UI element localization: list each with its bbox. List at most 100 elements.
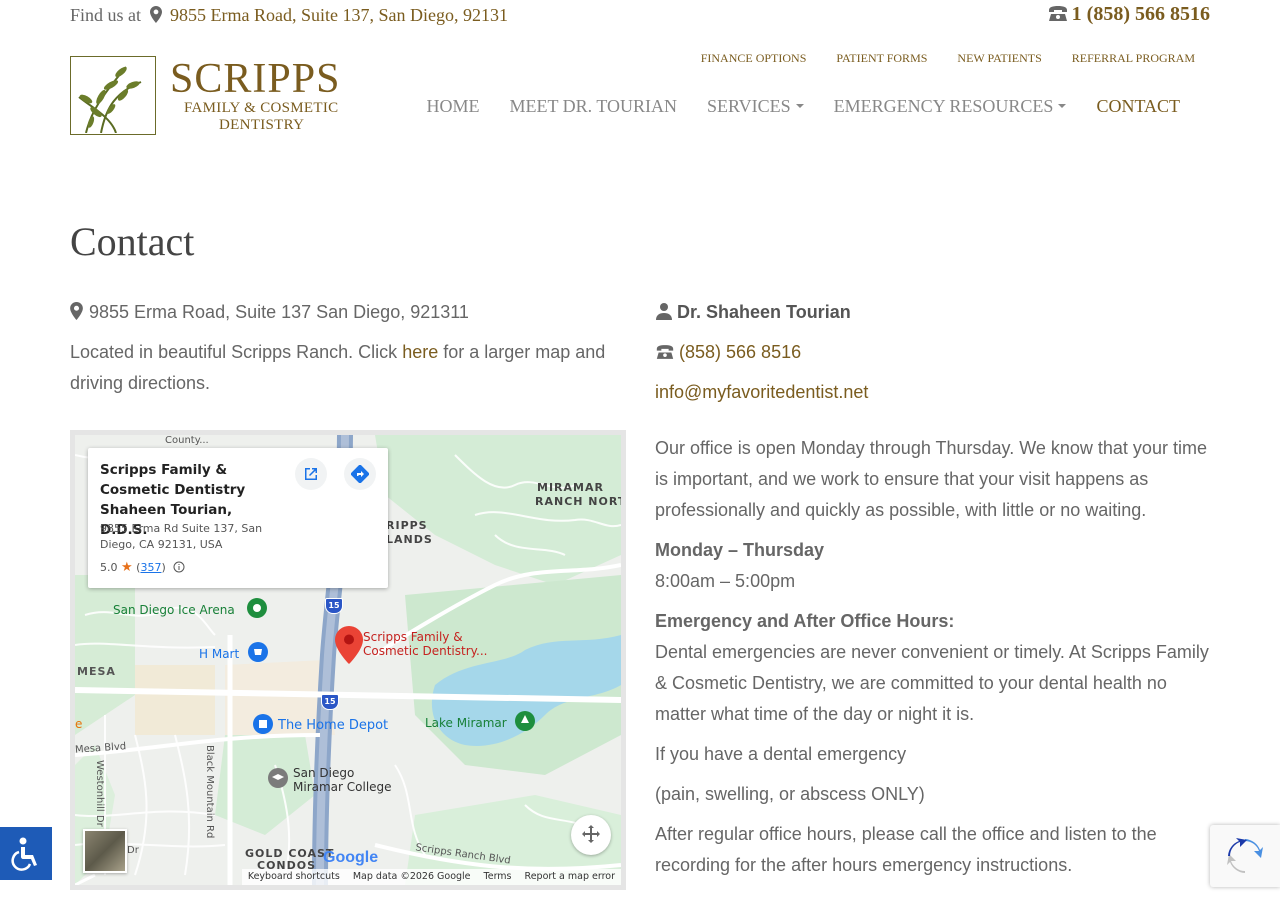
nav-new-patients[interactable]: NEW PATIENTS [957, 51, 1041, 66]
map-footer: Keyboard shortcuts Map data ©2026 Google… [241, 869, 621, 885]
map-label-scripps-1: RIPPS [386, 519, 428, 532]
page-title: Contact [70, 219, 195, 264]
open-in-maps-button[interactable] [295, 458, 327, 490]
contact-phone-link[interactable]: (858) 566 8516 [679, 342, 801, 362]
find-us: Find us at 9855 Erma Road, Suite 137, Sa… [70, 5, 508, 26]
location-pin-icon[interactable] [335, 626, 363, 664]
map-pin-icon [149, 6, 162, 23]
contact-email: info@myfavoritedentist.net [655, 377, 1215, 408]
map-pin-icon [70, 302, 83, 320]
college-marker-icon [268, 768, 288, 790]
logo-brand: SCRIPPS [170, 56, 341, 102]
directions-icon [351, 465, 369, 483]
keyboard-shortcuts-link[interactable]: Keyboard shortcuts [248, 871, 340, 883]
interstate-15-shield-icon: 15 [325, 598, 343, 614]
place-name-line-1: Scripps Family & [100, 462, 228, 478]
after-hours-text: After regular office hours, please call … [655, 824, 1157, 875]
nav-home[interactable]: HOME [426, 96, 479, 117]
map-label-college-2: Miramar College [293, 780, 392, 794]
map-label-hmart: H Mart [199, 647, 240, 661]
google-map[interactable]: County... MIRAMAR RANCH NORT RIPPS LANDS… [70, 430, 626, 890]
find-us-label: Find us at [70, 5, 142, 25]
emergency-section: Emergency and After Office Hours: Dental… [655, 606, 1215, 730]
map-label-lake: Lake Miramar [425, 716, 507, 730]
top-bar: Find us at 9855 Erma Road, Suite 137, Sa… [70, 3, 1210, 29]
located-pre: Located in beautiful Scripps Ranch. Clic… [70, 342, 403, 362]
map-label-county: County... [165, 435, 209, 446]
nav-emergency-label: EMERGENCY RESOURCES [833, 96, 1054, 116]
report-map-error-link[interactable]: Report a map error [525, 871, 615, 883]
contact-address: 9855 Erma Road, Suite 137 San Diego, 921… [70, 297, 626, 328]
chevron-down-icon [1058, 104, 1067, 108]
rating-value: 5.0 [100, 561, 118, 574]
nav-patient-forms[interactable]: PATIENT FORMS [836, 51, 927, 66]
secondary-nav: FINANCE OPTIONS PATIENT FORMS NEW PATIEN… [701, 51, 1195, 66]
map-label-westonhill: Westonhill Dr [94, 760, 105, 827]
satellite-toggle-button[interactable] [83, 829, 127, 873]
contact-email-link[interactable]: info@myfavoritedentist.net [655, 382, 868, 402]
move-icon [582, 825, 600, 843]
doctor-name: Dr. Shaheen Tourian [655, 297, 1215, 328]
nav-meet-dr[interactable]: MEET DR. TOURIAN [509, 96, 677, 117]
place-rating: 5.0 ★ (357) [100, 560, 185, 575]
map-pan-button[interactable] [571, 815, 611, 855]
map-label-miramar-1: MIRAMAR [537, 481, 604, 494]
map-label-scripps-2: LANDS [386, 533, 433, 546]
recaptcha-icon [1227, 838, 1263, 873]
chevron-down-icon [795, 104, 804, 108]
map-label-home-depot: The Home Depot [278, 718, 389, 733]
logo-tagline-2: DENTISTRY [219, 117, 305, 133]
right-column: Dr. Shaheen Tourian (858) 566 8516 info@… [655, 297, 1215, 890]
accessibility-button[interactable] [0, 827, 52, 880]
emergency-text: Dental emergencies are never convenient … [655, 642, 1209, 724]
nav-finance-options[interactable]: FINANCE OPTIONS [701, 51, 807, 66]
left-column: 9855 Erma Road, Suite 137 San Diego, 921… [70, 297, 626, 408]
ice-arena-marker-icon [247, 598, 267, 620]
directions-button[interactable] [344, 458, 376, 490]
star-icon: ★ [121, 560, 133, 575]
nav-contact[interactable]: CONTACT [1096, 96, 1180, 117]
external-link-icon [305, 468, 317, 480]
phone-icon [656, 345, 674, 359]
map-label-miramar-2: RANCH NORT [535, 495, 626, 508]
map-label-mesa: MESA [77, 665, 116, 678]
top-address-link[interactable]: 9855 Erma Road, Suite 137, San Diego, 92… [170, 5, 508, 25]
info-icon[interactable] [173, 561, 185, 573]
google-logo-text: Google [323, 849, 379, 866]
map-label-ice-arena: San Diego Ice Arena [113, 603, 235, 617]
top-phone-link[interactable]: 1 (858) 566 8516 [1047, 3, 1210, 26]
review-count-link[interactable]: 357 [140, 561, 161, 574]
logo-tagline-1: FAMILY & COSMETIC [184, 100, 339, 116]
emergency-heading: Emergency and After Office Hours: [655, 611, 955, 631]
google-logo: Google [323, 849, 378, 867]
place-name-line-2: Cosmetic Dentistry [100, 482, 246, 498]
doctor-name-text: Dr. Shaheen Tourian [677, 302, 851, 322]
pain-text: (pain, swelling, or abscess ONLY) [655, 784, 925, 804]
larger-map-link[interactable]: here [402, 342, 438, 362]
nav-emergency-resources[interactable]: EMERGENCY RESOURCES [834, 96, 1067, 117]
site-logo[interactable]: SCRIPPS FAMILY & COSMETIC DENTISTRY [70, 56, 350, 136]
terms-link[interactable]: Terms [484, 871, 512, 883]
if-emergency-text: If you have a dental emergency [655, 744, 907, 764]
park-marker-icon [515, 711, 535, 733]
phone-icon [1048, 6, 1067, 21]
home-depot-marker-icon [253, 714, 273, 736]
hours-days: Monday – Thursday [655, 540, 825, 560]
pin-label-1: Scripps Family & [363, 630, 463, 644]
address-text: 9855 Erma Road, Suite 137 San Diego, 921… [89, 302, 469, 322]
wheelchair-icon [11, 837, 37, 871]
recaptcha-badge[interactable] [1210, 825, 1280, 887]
map-label-black-mtn: Black Mountain Rd [204, 745, 215, 839]
map-label-e: e [75, 717, 83, 731]
contact-phone: (858) 566 8516 [655, 337, 1215, 368]
nav-referral-program[interactable]: REFERRAL PROGRAM [1072, 51, 1195, 66]
nav-services-label: SERVICES [707, 96, 791, 116]
map-label-college-1: San Diego [293, 766, 355, 780]
office-hours: Monday – Thursday 8:00am – 5:00pm [655, 535, 1215, 597]
hours-time: 8:00am – 5:00pm [655, 571, 796, 591]
top-phone-text: 1 (858) 566 8516 [1071, 3, 1210, 25]
nav-services[interactable]: SERVICES [707, 96, 804, 117]
plant-logo-icon [70, 56, 156, 135]
located-text: Located in beautiful Scripps Ranch. Clic… [70, 337, 626, 399]
office-intro: Our office is open Monday through Thursd… [655, 438, 1207, 520]
